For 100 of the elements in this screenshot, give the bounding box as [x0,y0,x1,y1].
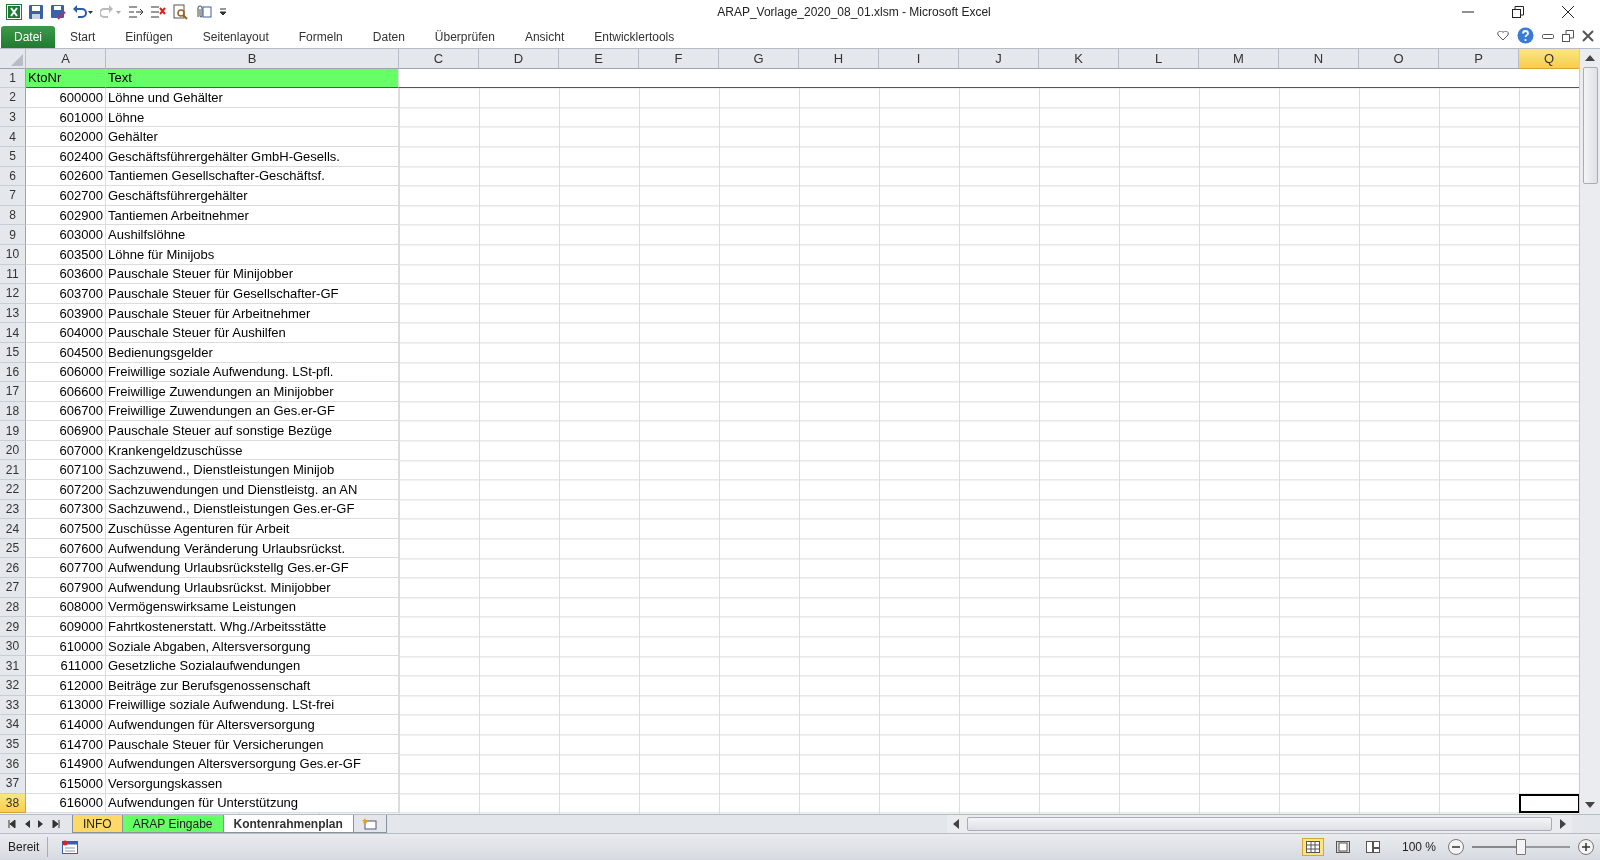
scroll-thumb[interactable] [1582,67,1598,184]
vertical-scrollbar[interactable] [1579,49,1600,814]
row-header[interactable]: 31 [0,656,26,676]
ribbon-tab[interactable]: Formeln [283,26,358,48]
row-header[interactable]: 21 [0,460,26,481]
column-header[interactable]: Q [1519,49,1579,69]
row-header[interactable]: 29 [0,617,26,637]
sheet-tab[interactable]: ARAP Eingabe [121,815,224,833]
column-header[interactable]: O [1359,49,1439,69]
row-header[interactable]: 10 [0,244,26,265]
save-icon[interactable] [28,4,44,20]
row-header[interactable]: 2 [0,88,26,108]
zoom-out-icon[interactable] [1448,839,1464,855]
previous-sheet-icon[interactable] [24,820,30,828]
last-sheet-icon[interactable] [52,820,60,828]
insert-rows-icon[interactable] [128,4,144,20]
row-header[interactable]: 25 [0,538,26,559]
row-header[interactable]: 23 [0,499,26,520]
row-header[interactable]: 18 [0,401,26,422]
row-header[interactable]: 6 [0,166,26,187]
row-header[interactable]: 5 [0,146,26,167]
row-header[interactable]: 33 [0,695,26,716]
row-header[interactable]: 30 [0,636,26,657]
row-header[interactable]: 9 [0,225,26,245]
row-header[interactable]: 38 [0,793,26,814]
column-header[interactable]: M [1199,49,1279,69]
scroll-up-icon[interactable] [1585,55,1595,61]
row-header[interactable]: 34 [0,715,26,735]
row-header[interactable]: 7 [0,186,26,206]
delete-rows-icon[interactable] [150,4,166,20]
new-sheet-icon[interactable] [361,817,378,830]
attachment-icon[interactable] [194,4,212,20]
row-header[interactable]: 27 [0,578,26,598]
row-header[interactable]: 13 [0,303,26,324]
column-header[interactable]: F [639,49,719,69]
column-header[interactable]: I [879,49,959,69]
row-header[interactable]: 3 [0,107,26,128]
print-preview-icon[interactable] [172,4,188,20]
zoom-in-icon[interactable] [1578,839,1594,855]
close-icon[interactable] [1562,6,1574,18]
row-header[interactable]: 26 [0,558,26,579]
row-header[interactable]: 32 [0,676,26,696]
ribbon-tab[interactable]: Start [55,26,111,48]
column-header[interactable]: C [399,49,479,69]
ribbon-tab[interactable]: Ansicht [509,26,580,48]
column-header[interactable]: A [26,49,106,69]
row-header[interactable]: 36 [0,754,26,774]
column-header[interactable]: J [959,49,1039,69]
active-cell[interactable] [1519,793,1579,814]
sheet-tab[interactable]: Kontenrahmenplan [222,815,354,833]
column-header[interactable]: D [479,49,559,69]
sheet-tab[interactable]: INFO [72,815,123,833]
first-sheet-icon[interactable] [8,820,16,828]
ribbon-tab[interactable]: Überprüfen [419,26,510,48]
row-header[interactable]: 4 [0,127,26,147]
row-header[interactable]: 14 [0,323,26,343]
minimize-icon[interactable] [1542,31,1554,40]
row-header[interactable]: 19 [0,421,26,441]
save-as-icon[interactable] [50,4,66,20]
scroll-left-icon[interactable] [952,819,959,829]
insert-sheet-button[interactable] [352,815,387,833]
row-header[interactable]: 12 [0,284,26,304]
ribbon-tab[interactable]: Datei [1,26,55,48]
row-header[interactable]: 35 [0,734,26,755]
restore-icon[interactable] [1512,6,1524,18]
row-header[interactable]: 8 [0,205,26,226]
close-icon[interactable] [1582,29,1594,42]
row-header[interactable]: 1 [0,68,26,89]
row-header[interactable]: 11 [0,264,26,285]
column-header[interactable]: G [719,49,799,69]
heart-icon[interactable] [1497,30,1509,41]
row-header[interactable]: 15 [0,342,26,363]
row-header[interactable]: 16 [0,362,26,383]
row-header[interactable]: 28 [0,597,26,618]
scroll-thumb[interactable] [966,817,1552,831]
column-header[interactable]: P [1439,49,1519,69]
horizontal-scrollbar[interactable] [946,815,1572,833]
ribbon-tab[interactable]: Daten [357,26,420,48]
row-header[interactable]: 17 [0,382,26,402]
row-header[interactable]: 37 [0,773,26,794]
normal-view-button[interactable] [1301,838,1324,856]
column-header[interactable]: E [559,49,639,69]
next-sheet-icon[interactable] [38,820,44,828]
column-header[interactable]: H [799,49,879,69]
column-header[interactable]: N [1279,49,1359,69]
restore-icon[interactable] [1562,29,1574,42]
ribbon-tab[interactable]: Einfügen [110,26,188,48]
row-header[interactable]: 24 [0,519,26,539]
ribbon-tab[interactable]: Entwicklertools [579,26,690,48]
help-icon[interactable] [1517,27,1534,44]
column-header[interactable]: K [1039,49,1119,69]
column-header[interactable]: L [1119,49,1199,69]
record-macro-icon[interactable] [62,840,79,854]
ribbon-tab[interactable]: Seitenlayout [187,26,284,48]
scroll-down-icon[interactable] [1585,802,1595,808]
row-header[interactable]: 22 [0,480,26,500]
column-header[interactable]: B [106,49,399,69]
scroll-right-icon[interactable] [1560,819,1566,829]
undo-icon[interactable] [72,4,94,20]
row-header[interactable]: 20 [0,440,26,461]
